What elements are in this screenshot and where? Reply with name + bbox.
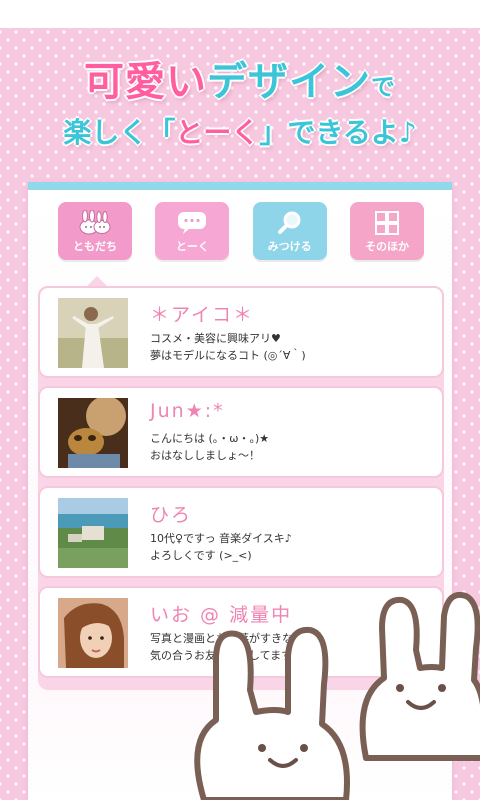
user-name: Jun★:* bbox=[150, 400, 225, 422]
bunny-mascot-right bbox=[348, 588, 480, 772]
avatar bbox=[58, 498, 128, 568]
user-desc-line: よろしくです (>_<) bbox=[150, 549, 252, 562]
tab-other[interactable]: そのほか bbox=[349, 202, 424, 260]
hero-line-2: 楽しく「とーく」できるよ♪ bbox=[0, 115, 480, 151]
avatar bbox=[58, 398, 128, 468]
hero-cute-text: 可愛い bbox=[83, 58, 207, 106]
tab-talk[interactable]: とーく bbox=[155, 202, 230, 260]
avatar bbox=[58, 298, 128, 368]
hero-fun-text: 楽しく「 bbox=[63, 116, 176, 149]
hero-design-text: デザイン bbox=[206, 58, 371, 106]
user-desc-line: こんにちは (。・ω・。)★ bbox=[150, 432, 270, 445]
hero-talk-text: とーく bbox=[175, 116, 260, 149]
tab-other-label: そのほか bbox=[364, 240, 409, 253]
avatar bbox=[58, 598, 128, 668]
bunny-mascot-left bbox=[176, 620, 376, 800]
user-description: コスメ・美容に興味アリ♥ 夢はモデルになるコト (◎´∀｀) bbox=[150, 330, 430, 364]
hero-can-text: 」できるよ♪ bbox=[259, 116, 417, 149]
chat-bubble-icon bbox=[175, 210, 209, 240]
user-description: こんにちは (。・ω・。)★ おはなししましょ〜！ bbox=[150, 430, 430, 464]
user-name: ＊アイコ＊ bbox=[150, 304, 255, 326]
hero-line-1: 可愛いデザインで bbox=[0, 58, 480, 111]
list-item[interactable]: Jun★:* こんにちは (。・ω・。)★ おはなししましょ〜！ bbox=[38, 386, 444, 478]
hero-de-text: で bbox=[370, 72, 396, 102]
tab-friends[interactable]: ともだち bbox=[58, 202, 132, 260]
tab-find[interactable]: みつける bbox=[252, 202, 327, 260]
tab-bar: ともだち とーく みつける そのほか bbox=[28, 190, 452, 276]
grid-icon bbox=[373, 210, 401, 240]
user-desc-line: コスメ・美容に興味アリ♥ bbox=[150, 332, 281, 345]
list-item[interactable]: ひろ 10代♀ですっ 音楽ダイスキ♪ よろしくです (>_<) bbox=[38, 486, 444, 578]
user-desc-line: おはなししましょ〜！ bbox=[150, 449, 260, 462]
friends-icon bbox=[75, 209, 115, 240]
tab-talk-label: とーく bbox=[175, 240, 209, 253]
hero-title: 可愛いデザインで 楽しく「とーく」できるよ♪ bbox=[0, 58, 480, 151]
scalloped-header-edge bbox=[0, 0, 480, 36]
tab-friends-label: ともだち bbox=[73, 240, 117, 253]
list-item[interactable]: ＊アイコ＊ コスメ・美容に興味アリ♥ 夢はモデルになるコト (◎´∀｀) bbox=[38, 286, 444, 378]
user-description: 10代♀ですっ 音楽ダイスキ♪ よろしくです (>_<) bbox=[150, 530, 430, 564]
user-desc-line: 夢はモデルになるコト (◎´∀｀) bbox=[150, 349, 306, 362]
search-icon bbox=[275, 210, 305, 240]
tab-find-label: みつける bbox=[267, 240, 312, 253]
user-desc-line: 10代♀ですっ 音楽ダイスキ♪ bbox=[150, 532, 292, 545]
user-name: ひろ bbox=[150, 504, 193, 526]
